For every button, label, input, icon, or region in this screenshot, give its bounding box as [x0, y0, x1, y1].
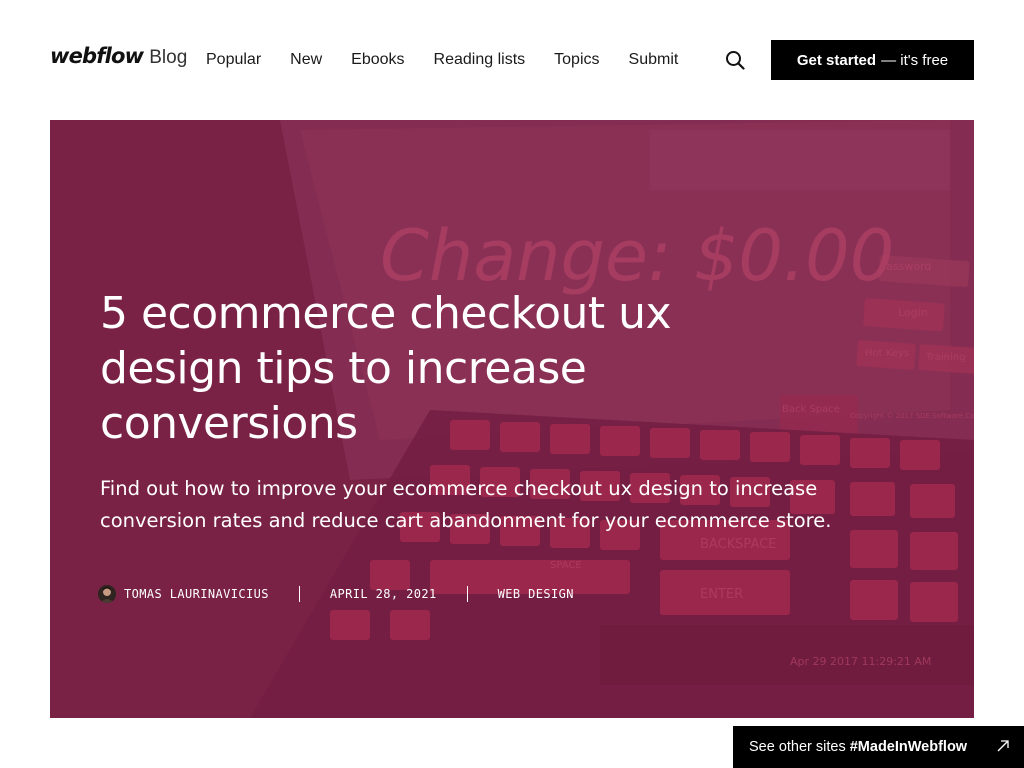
arrow-up-right-icon: [996, 739, 1010, 753]
article-title[interactable]: 5 ecommerce checkout ux design tips to i…: [100, 286, 800, 451]
article-meta: TOMAS LAURINAVICIUS APRIL 28, 2021 WEB D…: [98, 585, 574, 603]
nav-submit[interactable]: Submit: [629, 51, 679, 69]
nav-reading-lists[interactable]: Reading lists: [434, 51, 526, 69]
made-in-webflow-badge[interactable]: See other sites #MadeInWebflow: [733, 726, 1024, 768]
site-header: webflow Blog Popular New Ebooks Reading …: [50, 40, 974, 80]
meta-divider: [466, 586, 468, 602]
nav-popular[interactable]: Popular: [206, 51, 261, 69]
publish-date: APRIL 28, 2021: [329, 587, 437, 601]
logo-wordmark[interactable]: webflow: [50, 44, 144, 68]
author-avatar: [98, 585, 116, 603]
cta-bold-label: Get started: [796, 51, 877, 69]
nav-new[interactable]: New: [290, 51, 322, 69]
logo[interactable]: webflow Blog: [50, 44, 187, 69]
logo-blog-label[interactable]: Blog: [149, 47, 187, 69]
hero-content: 5 ecommerce checkout ux design tips to i…: [100, 286, 900, 537]
cta-rest-label: — it's free: [881, 51, 949, 69]
hero-article[interactable]: Change: $0.00 Password Login Hot Keys Tr…: [50, 120, 974, 718]
nav-ebooks[interactable]: Ebooks: [351, 51, 404, 69]
author-name[interactable]: TOMAS LAURINAVICIUS: [124, 587, 269, 601]
category-link[interactable]: WEB DESIGN: [498, 587, 574, 601]
search-icon[interactable]: [725, 50, 745, 70]
main-nav: Popular New Ebooks Reading lists Topics …: [206, 51, 707, 69]
article-subtitle: Find out how to improve your ecommerce c…: [100, 477, 832, 532]
nav-topics[interactable]: Topics: [554, 51, 599, 69]
get-started-button[interactable]: Get started — it's free: [771, 40, 974, 80]
badge-tag: #MadeInWebflow: [849, 739, 968, 755]
badge-text: See other sites: [749, 739, 846, 755]
meta-divider: [298, 586, 300, 602]
